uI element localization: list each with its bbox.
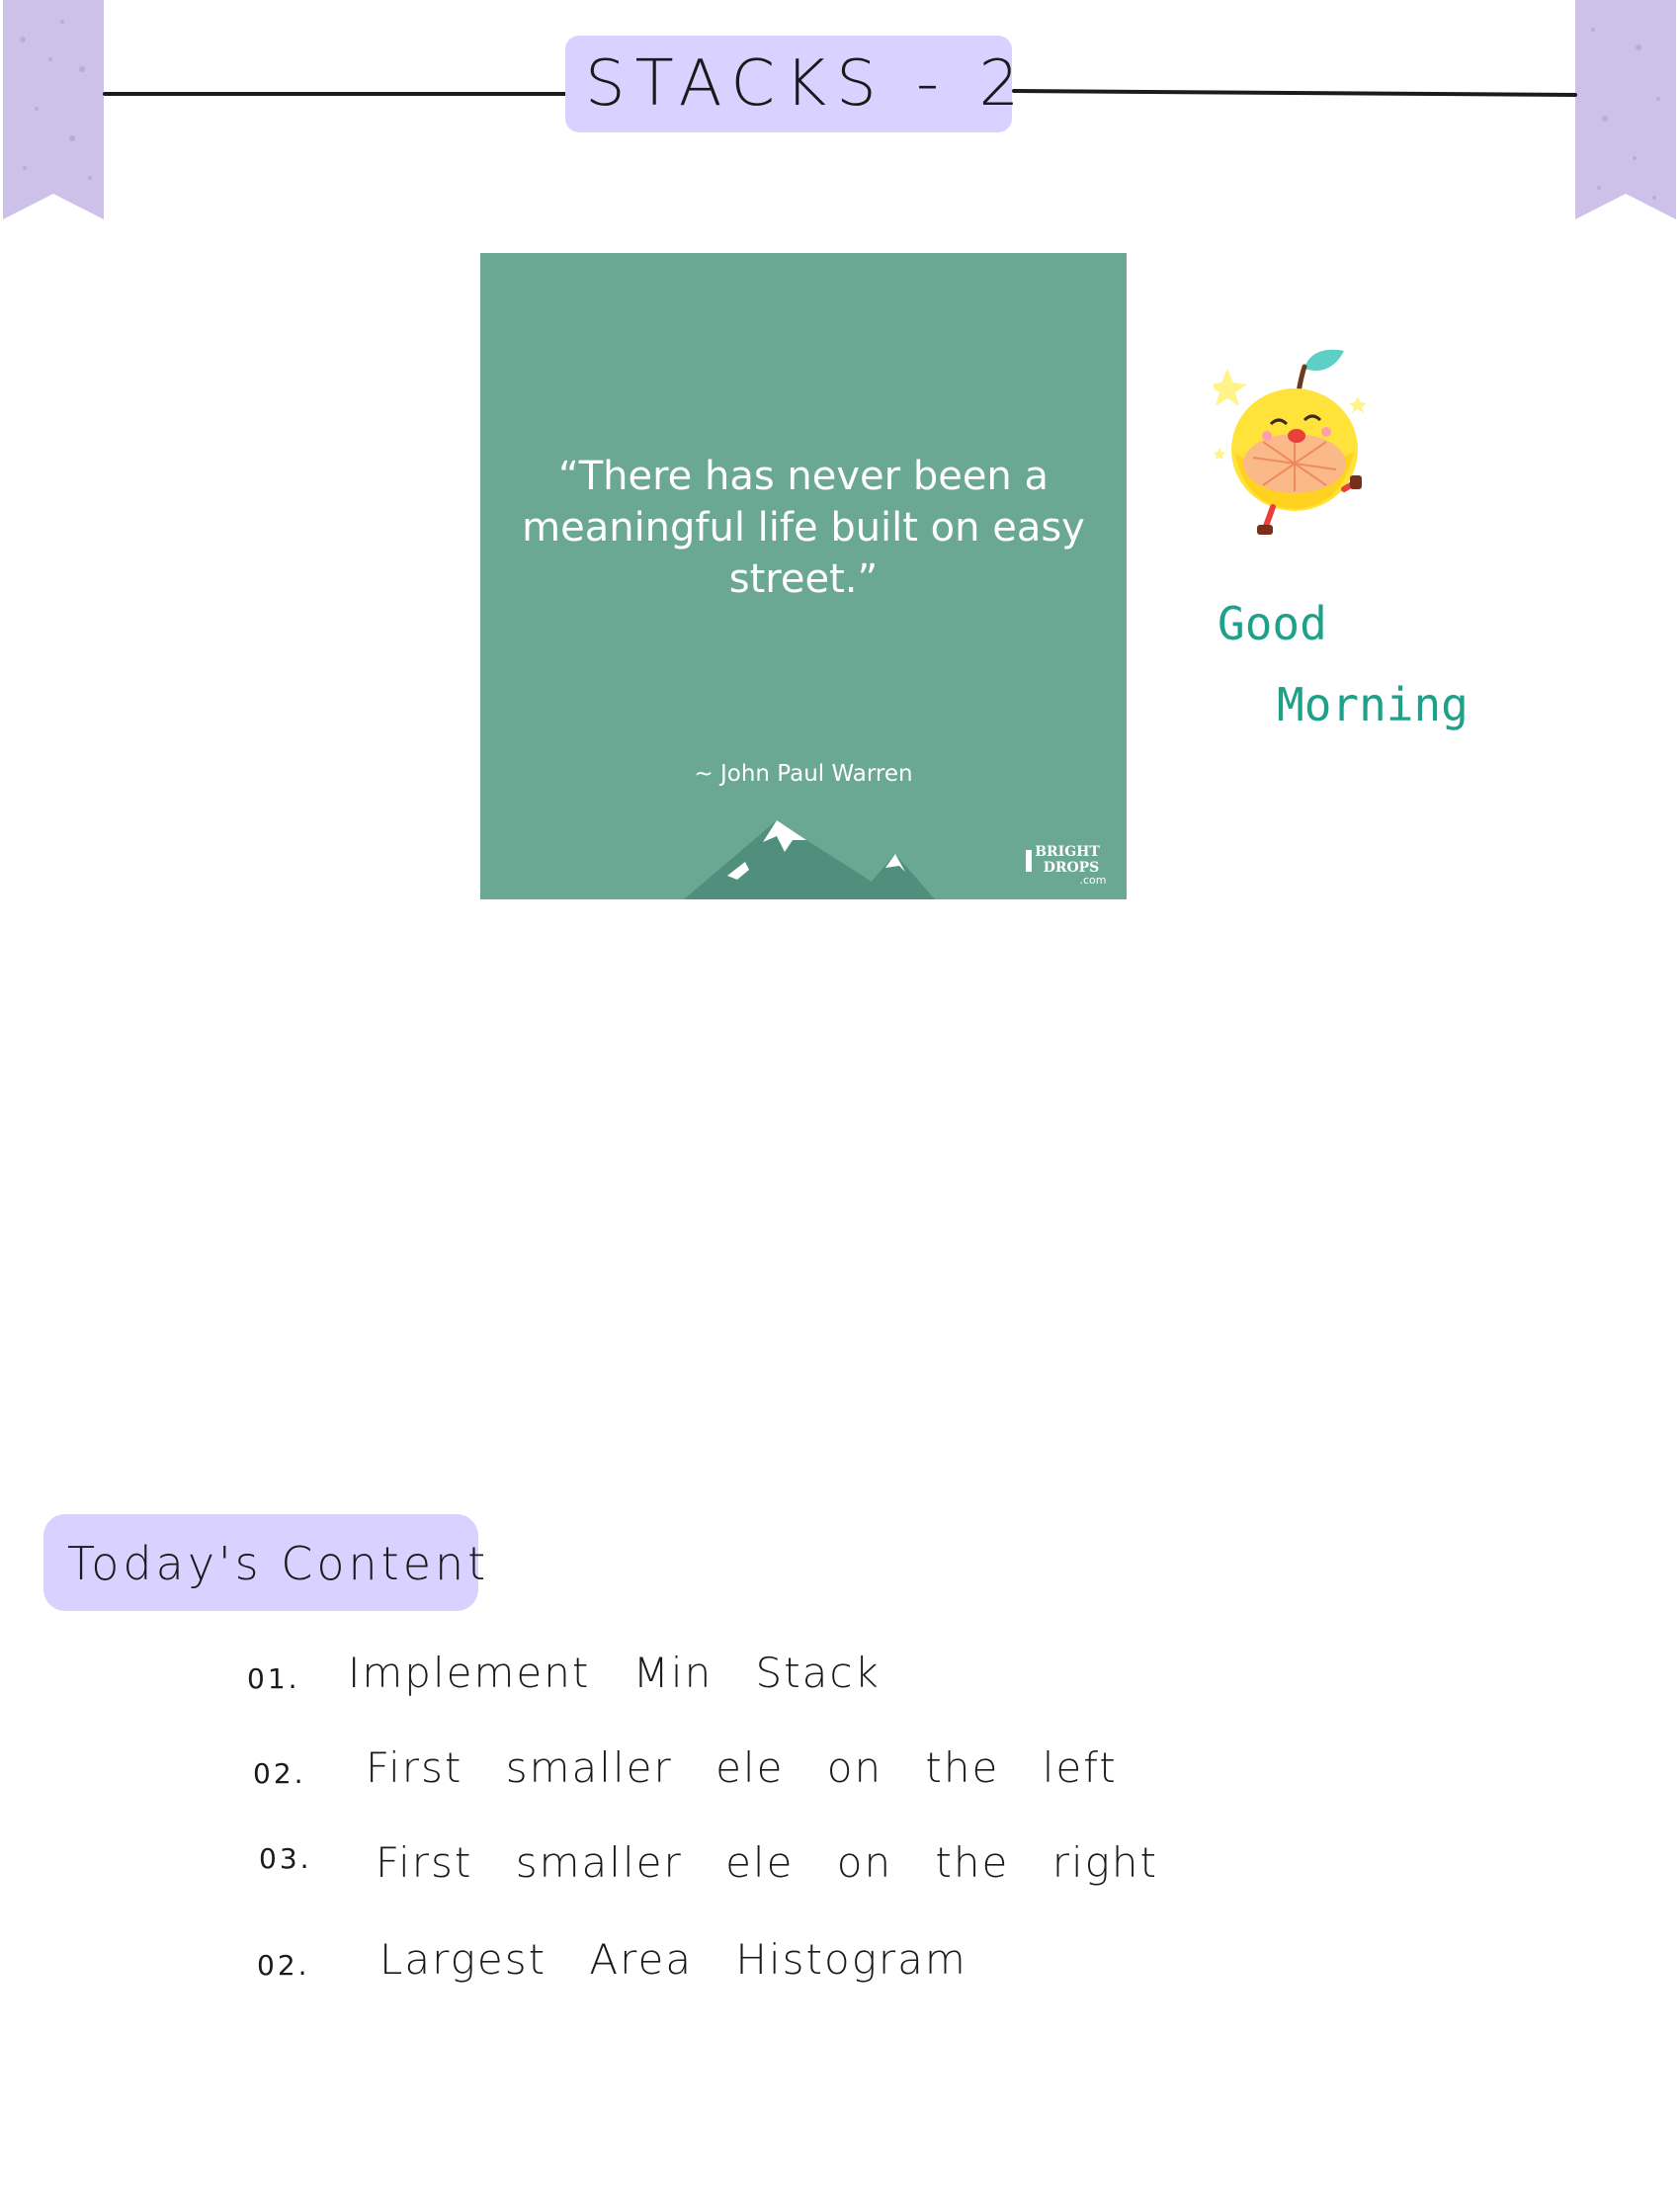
list-item-text: Implement Min Stack bbox=[348, 1649, 881, 1697]
list-item-number: 01. bbox=[247, 1662, 300, 1695]
todays-content-heading: Today's Content bbox=[67, 1537, 490, 1590]
list-item: 02. Largest Area Histogram bbox=[0, 1929, 1680, 1998]
list-item-text: First smaller ele on the right bbox=[376, 1838, 1158, 1887]
brand-line-3: .com bbox=[1080, 874, 1107, 887]
page-title: STACKS - 2 bbox=[585, 47, 1030, 121]
header-rule-left bbox=[103, 92, 569, 96]
bookmark-ribbon-right-icon bbox=[1575, 0, 1676, 219]
lemon-character-icon bbox=[1214, 341, 1372, 549]
greeting-morning: Morning bbox=[1277, 678, 1469, 731]
list-item: 03. First smaller ele on the right bbox=[0, 1832, 1680, 1902]
bookmark-ribbon-left-icon bbox=[3, 0, 104, 219]
quote-card-image: “There has never been a meaningful life … bbox=[480, 253, 1127, 899]
list-item-number: 03. bbox=[259, 1842, 312, 1875]
list-item: 01. Implement Min Stack bbox=[0, 1643, 1680, 1712]
list-item-number: 02. bbox=[253, 1757, 306, 1790]
brand-line-1: BRIGHT bbox=[1035, 844, 1100, 860]
header-rule-right bbox=[1011, 89, 1578, 97]
greeting-good: Good bbox=[1218, 597, 1327, 650]
brand-logo: BRIGHT DROPS .com bbox=[1024, 840, 1111, 893]
quote-author: ~ John Paul Warren bbox=[694, 761, 913, 787]
list-item-text: Largest Area Histogram bbox=[379, 1935, 967, 1984]
list-item: 02. First smaller ele on the left bbox=[0, 1738, 1680, 1807]
list-item-number: 02. bbox=[257, 1949, 310, 1982]
list-item-text: First smaller ele on the left bbox=[366, 1743, 1118, 1792]
quote-text: “There has never been a meaningful life … bbox=[522, 454, 1085, 602]
